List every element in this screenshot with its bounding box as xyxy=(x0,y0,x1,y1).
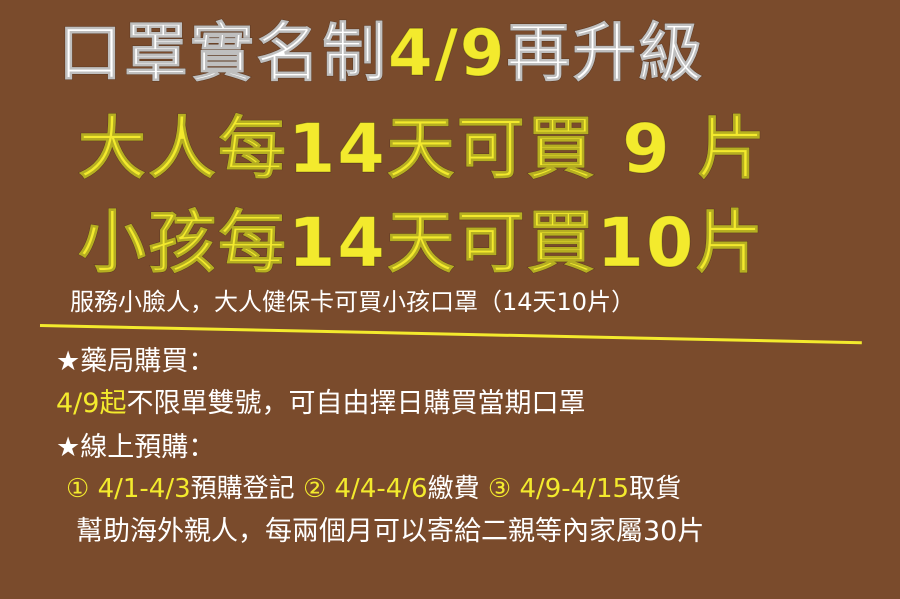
step-2-dates: 4/4-4/6 xyxy=(334,474,428,504)
step-2-mark: ② xyxy=(302,474,327,504)
divider-line xyxy=(39,324,862,345)
step-2-action: 繳費 xyxy=(427,474,480,504)
adult-limit-line: 大人每14天可買 9 片 xyxy=(77,110,768,189)
step-1-dates: 4/1-4/3 xyxy=(97,474,191,504)
pharmacy-detail: 不限單雙號，可自由擇日購買當期口罩 xyxy=(126,388,586,419)
step-3-dates: 4/9-4/15 xyxy=(519,474,630,504)
online-note: 幫助海外親人，每兩個月可以寄給二親等內家屬30片 xyxy=(76,516,705,547)
online-steps-line: ① 4/1-4/3預購登記 ② 4/4-4/6繳費 ③ 4/9-4/15取貨 xyxy=(66,476,681,502)
title-date: 4/9 xyxy=(387,17,507,91)
pharmacy-heading: ★藥局購買： xyxy=(56,346,216,377)
subtitle: 服務小臉人，大人健保卡可買小孩口罩（14天10片） xyxy=(70,288,636,316)
pharmacy-detail-line: 4/9起不限單雙號，可自由擇日購買當期口罩 xyxy=(56,390,585,417)
pharmacy-highlight: 4/9起 xyxy=(56,388,127,419)
title-part2: 再升級 xyxy=(506,17,705,91)
title-part1: 口罩實名制 xyxy=(58,17,388,91)
step-3-mark: ③ xyxy=(487,474,512,504)
step-1-action: 預購登記 xyxy=(190,474,295,504)
step-1-mark: ① xyxy=(66,474,90,504)
online-heading: ★線上預購： xyxy=(56,432,216,463)
headline-title: 口罩實名制4/9再升級 xyxy=(58,22,704,87)
step-3-action: 取貨 xyxy=(629,474,682,504)
child-limit-line: 小孩每14天可買10片 xyxy=(77,204,766,283)
